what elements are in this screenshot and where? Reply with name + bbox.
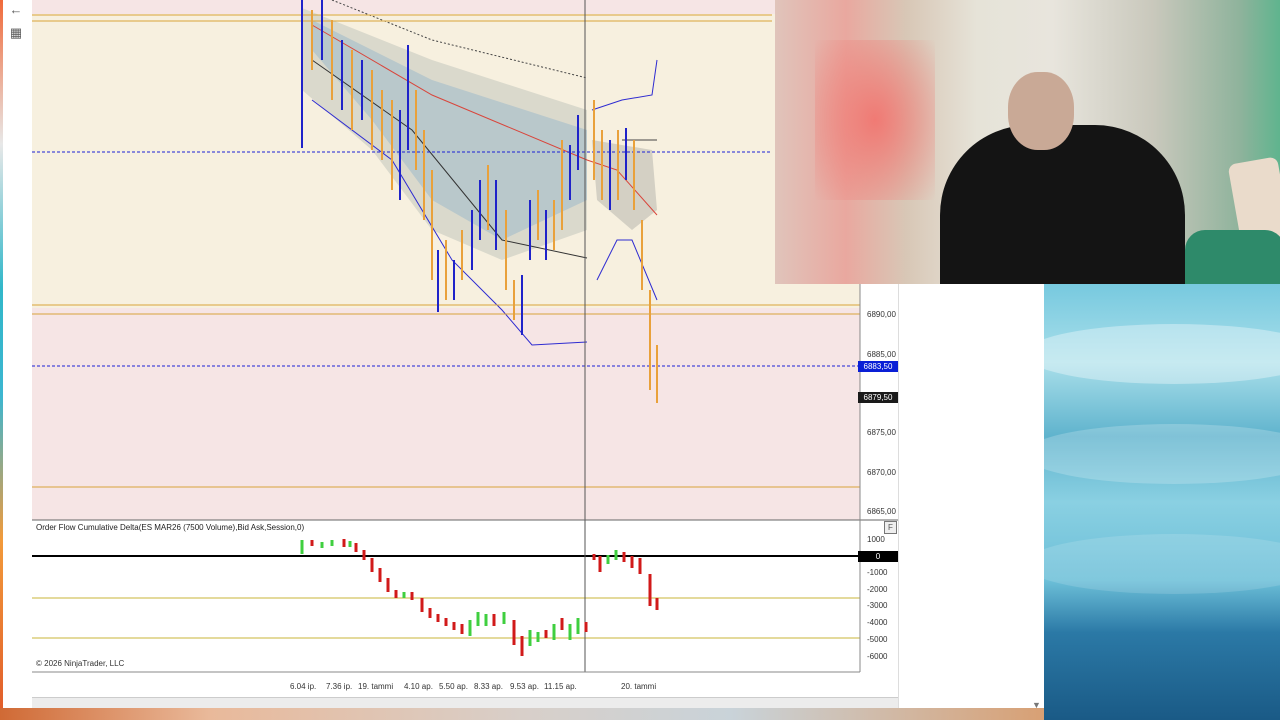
time-axis-label: 5.50 ap. [439,682,468,691]
delta-axis-label: -4000 [867,618,888,627]
current-price-tag: 6883,50 [858,361,898,372]
left-toolbar: ← ▦ [0,0,33,720]
panel-menu-button[interactable]: F [884,521,897,534]
delta-axis-label: -3000 [867,601,888,610]
price-axis-label: 6890,00 [867,310,896,319]
time-axis-label: 6.04 ip. [290,682,317,691]
price-axis-label: 6870,00 [867,468,896,477]
price-axis-label: 6865,00 [867,507,896,516]
window-edge [0,0,3,720]
sofa [1185,230,1280,284]
grid-icon[interactable]: ▦ [8,25,24,41]
time-axis-label: 20. tammi [621,682,657,691]
indicator-title: Order Flow Cumulative Delta(ES MAR26 (75… [36,523,305,532]
taskbar-strip [0,708,1044,720]
red-light [815,40,935,200]
price-chart-canvas[interactable] [32,0,898,697]
person-body [940,125,1185,284]
delta-zero-tag: 0 [858,551,898,562]
empty-panel [898,284,1045,710]
time-axis-label: 4.10 ap. [404,682,433,691]
webcam-overlay [775,0,1280,284]
time-axis-label: 8.33 ap. [474,682,503,691]
price-axis-label: 6875,00 [867,428,896,437]
last-price-tag: 6879,50 [858,392,898,403]
horizontal-scrollbar[interactable] [32,697,898,708]
time-axis-label: 19. tammi [358,682,394,691]
ninjatrader-chart[interactable]: 6890,00 6885,00 6875,00 6870,00 6865,00 … [32,0,898,708]
back-arrow-icon[interactable]: ← [8,2,24,18]
person-head [1008,72,1074,150]
background-wallpaper [1044,284,1280,720]
time-axis-label: 9.53 ap. [510,682,539,691]
delta-axis-label: -5000 [867,635,888,644]
delta-axis-label: -2000 [867,585,888,594]
delta-axis-label: -6000 [867,652,888,661]
time-axis-label: 7.36 ip. [326,682,353,691]
time-axis-label: 11.15 ap. [544,682,577,691]
delta-axis-label: -1000 [867,568,888,577]
copyright-notice: © 2026 NinjaTrader, LLC [36,659,125,668]
delta-axis-label: 1000 [867,535,885,544]
price-axis-label: 6885,00 [867,350,896,359]
